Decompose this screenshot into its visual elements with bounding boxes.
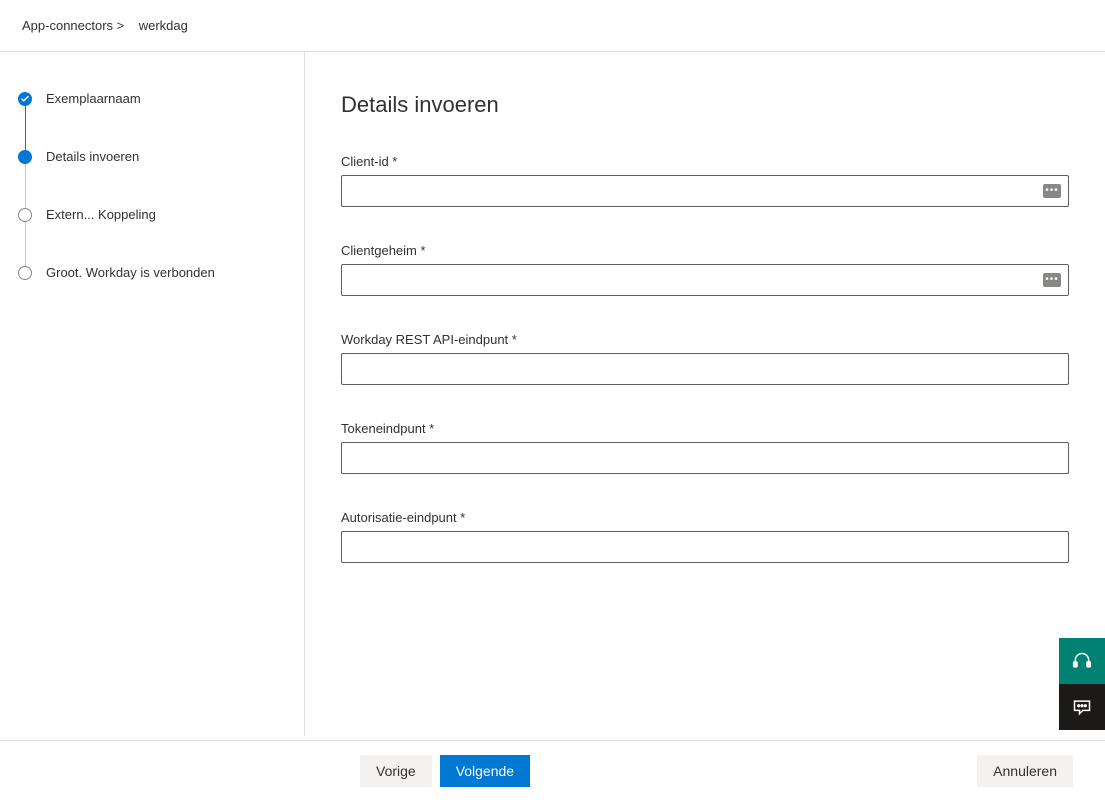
wizard-steps-sidebar: Exemplaarnaam Details invoeren Extern...…	[0, 52, 305, 736]
help-button[interactable]	[1059, 638, 1105, 684]
feedback-button[interactable]	[1059, 684, 1105, 730]
step-item-workday-connected[interactable]: Groot. Workday is verbonden	[18, 266, 286, 280]
next-button[interactable]: Volgende	[440, 755, 530, 787]
client-id-input[interactable]	[341, 175, 1069, 207]
auth-endpoint-input[interactable]	[341, 531, 1069, 563]
check-circle-icon	[18, 92, 32, 106]
field-client-secret: Clientgeheim * •••	[341, 243, 1069, 296]
pending-step-circle-icon	[18, 266, 32, 280]
step-label: Exemplaarnaam	[46, 92, 141, 106]
breadcrumb-current: werkdag	[139, 18, 188, 33]
client-id-label: Client-id *	[341, 154, 1069, 169]
wizard-footer: Vorige Volgende Annuleren	[0, 740, 1105, 800]
rest-api-input[interactable]	[341, 353, 1069, 385]
step-item-external-link[interactable]: Extern... Koppeling	[18, 208, 286, 266]
pending-step-circle-icon	[18, 208, 32, 222]
password-reveal-icon[interactable]: •••	[1043, 184, 1061, 198]
step-item-instance-name[interactable]: Exemplaarnaam	[18, 92, 286, 150]
field-rest-api-endpoint: Workday REST API-eindpunt *	[341, 332, 1069, 385]
breadcrumb: App-connectors > werkdag	[0, 0, 1105, 52]
rest-api-label: Workday REST API-eindpunt *	[341, 332, 1069, 347]
field-client-id: Client-id * •••	[341, 154, 1069, 207]
previous-button[interactable]: Vorige	[360, 755, 432, 787]
field-token-endpoint: Tokeneindpunt *	[341, 421, 1069, 474]
client-secret-input[interactable]	[341, 264, 1069, 296]
current-step-dot-icon	[18, 150, 32, 164]
token-endpoint-label: Tokeneindpunt *	[341, 421, 1069, 436]
step-label: Extern... Koppeling	[46, 208, 156, 222]
step-item-enter-details[interactable]: Details invoeren	[18, 150, 286, 208]
token-endpoint-input[interactable]	[341, 442, 1069, 474]
step-label: Details invoeren	[46, 150, 139, 164]
cancel-button[interactable]: Annuleren	[977, 755, 1073, 787]
breadcrumb-root[interactable]: App-connectors >	[22, 18, 124, 33]
password-reveal-icon[interactable]: •••	[1043, 273, 1061, 287]
floating-action-buttons	[1059, 638, 1105, 730]
auth-endpoint-label: Autorisatie-eindpunt *	[341, 510, 1069, 525]
help-headset-icon	[1072, 651, 1092, 671]
main-content: Details invoeren Client-id * ••• Clientg…	[305, 52, 1105, 736]
feedback-chat-icon	[1072, 697, 1092, 717]
page-title: Details invoeren	[341, 92, 1069, 118]
step-label: Groot. Workday is verbonden	[46, 266, 215, 280]
field-auth-endpoint: Autorisatie-eindpunt *	[341, 510, 1069, 563]
client-secret-label: Clientgeheim *	[341, 243, 1069, 258]
